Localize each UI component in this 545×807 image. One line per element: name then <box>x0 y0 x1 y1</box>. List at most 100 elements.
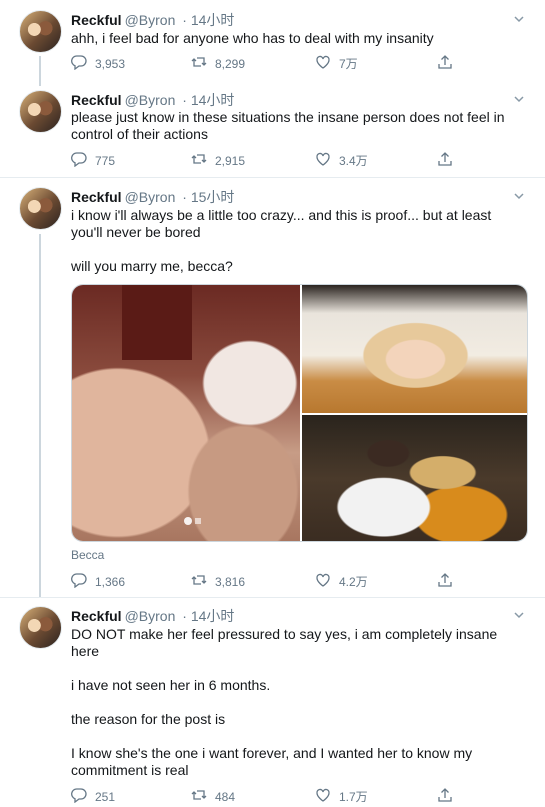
retweet-count: 484 <box>215 789 236 804</box>
tweet-text: please just know in these situations the… <box>71 109 526 143</box>
share-button[interactable] <box>437 787 453 806</box>
tweet-header: Reckful @Byron · 15小时 <box>71 187 234 207</box>
like-button[interactable]: 3.4万 <box>315 151 368 170</box>
reply-button[interactable]: 1,366 <box>71 572 125 591</box>
media-tag[interactable]: Becca <box>71 548 104 562</box>
tweet-text: i know i'll always be a little too crazy… <box>71 207 526 275</box>
media-grid[interactable] <box>71 284 528 542</box>
reply-count: 1,366 <box>95 574 126 589</box>
share-icon <box>437 54 453 73</box>
video-indicator <box>184 517 201 525</box>
share-button[interactable] <box>437 572 453 591</box>
tweet-4[interactable]: Reckful @Byron · 14小时 DO NOT make her fee… <box>0 598 545 807</box>
reply-button[interactable]: 775 <box>71 151 115 170</box>
like-count: 3.4万 <box>339 154 368 168</box>
avatar[interactable] <box>19 187 62 230</box>
retweet-button[interactable]: 3,816 <box>191 572 245 591</box>
retweet-count: 3,816 <box>215 574 246 589</box>
reply-icon <box>71 54 87 73</box>
avatar[interactable] <box>19 90 62 133</box>
reply-icon <box>71 151 87 170</box>
tweet-text-line: control of their actions <box>71 126 208 142</box>
share-button[interactable] <box>437 54 453 73</box>
tweet-actions: 3,953 8,299 7万 <box>71 54 471 72</box>
retweet-count: 2,915 <box>215 153 246 168</box>
share-icon <box>437 151 453 170</box>
tweet-text: ahh, i feel bad for anyone who has to de… <box>71 30 526 47</box>
like-count: 7万 <box>339 57 358 71</box>
user-handle[interactable]: @Byron <box>125 92 176 108</box>
retweet-button[interactable]: 2,915 <box>191 151 245 170</box>
video-dot <box>184 517 192 525</box>
media-video[interactable] <box>72 285 300 541</box>
reply-button[interactable]: 251 <box>71 787 115 806</box>
tweet-text-line: DO NOT make her feel pressured to say ye… <box>71 626 498 642</box>
tweet-2[interactable]: Reckful @Byron · 14小时 please just know in… <box>0 82 545 178</box>
user-handle[interactable]: @Byron <box>125 189 176 205</box>
thread-line <box>39 234 41 598</box>
display-name[interactable]: Reckful <box>71 12 122 28</box>
like-button[interactable]: 7万 <box>315 54 358 73</box>
chevron-down-icon[interactable] <box>512 608 526 622</box>
tweet-header: Reckful @Byron · 14小时 <box>71 606 234 626</box>
media-door-detail <box>122 285 192 360</box>
timestamp[interactable]: · 15小时 <box>182 189 234 205</box>
retweet-icon <box>191 151 207 170</box>
tweet-text-line: please just know in these situations the… <box>71 109 505 125</box>
like-count: 4.2万 <box>339 575 368 589</box>
reply-count: 775 <box>95 153 116 168</box>
avatar[interactable] <box>19 10 62 53</box>
like-button[interactable]: 4.2万 <box>315 572 368 591</box>
tweet-actions: 775 2,915 3.4万 <box>71 151 471 169</box>
display-name[interactable]: Reckful <box>71 189 122 205</box>
heart-icon <box>315 572 331 591</box>
reply-count: 3,953 <box>95 56 126 71</box>
retweet-button[interactable]: 8,299 <box>191 54 245 73</box>
tweet-header: Reckful @Byron · 14小时 <box>71 90 234 110</box>
display-name[interactable]: Reckful <box>71 92 122 108</box>
tweet-text-line: you'll never be bored <box>71 224 201 240</box>
tweet-actions: 1,366 3,816 4.2万 <box>71 572 471 590</box>
timestamp[interactable]: · 14小时 <box>182 92 234 108</box>
tweet-text-line: the reason for the post is <box>71 711 226 727</box>
heart-icon <box>315 54 331 73</box>
chevron-down-icon[interactable] <box>512 189 526 203</box>
reply-count: 251 <box>95 789 116 804</box>
tweet-text-line: ahh, i feel bad for anyone who has to de… <box>71 30 434 46</box>
reply-icon <box>71 787 87 806</box>
like-count: 1.7万 <box>339 790 368 804</box>
display-name[interactable]: Reckful <box>71 608 122 624</box>
tweet-text-line: commitment is real <box>71 762 189 778</box>
tweet-header: Reckful @Byron · 14小时 <box>71 10 234 30</box>
tweet-actions: 251 484 1.7万 <box>71 787 471 805</box>
timestamp[interactable]: · 14小时 <box>182 12 234 28</box>
retweet-button[interactable]: 484 <box>191 787 235 806</box>
media-photo-2[interactable] <box>302 415 527 541</box>
share-button[interactable] <box>437 151 453 170</box>
tweet-text: DO NOT make her feel pressured to say ye… <box>71 626 526 779</box>
like-button[interactable]: 1.7万 <box>315 787 368 806</box>
tweet-text-line: will you marry me, becca? <box>71 258 233 274</box>
retweet-count: 8,299 <box>215 56 246 71</box>
tweet-text-line: I know she's the one i want forever, and… <box>71 745 473 761</box>
tweet-text-line: i have not seen her in 6 months. <box>71 677 271 693</box>
heart-icon <box>315 787 331 806</box>
reply-button[interactable]: 3,953 <box>71 54 125 73</box>
user-handle[interactable]: @Byron <box>125 12 176 28</box>
user-handle[interactable]: @Byron <box>125 608 176 624</box>
tweet-text-line: here <box>71 643 100 659</box>
tweet-1[interactable]: Reckful @Byron · 14小时 ahh, i feel bad for… <box>0 0 545 86</box>
share-icon <box>437 572 453 591</box>
retweet-icon <box>191 787 207 806</box>
share-icon <box>437 787 453 806</box>
tweet-text-line: i know i'll always be a little too crazy… <box>71 207 492 223</box>
chevron-down-icon[interactable] <box>512 12 526 26</box>
chevron-down-icon[interactable] <box>512 92 526 106</box>
retweet-icon <box>191 54 207 73</box>
media-photo-1[interactable] <box>302 285 527 413</box>
retweet-icon <box>191 572 207 591</box>
reply-icon <box>71 572 87 591</box>
timestamp[interactable]: · 14小时 <box>182 608 234 624</box>
video-square <box>195 518 201 524</box>
avatar[interactable] <box>19 606 62 649</box>
